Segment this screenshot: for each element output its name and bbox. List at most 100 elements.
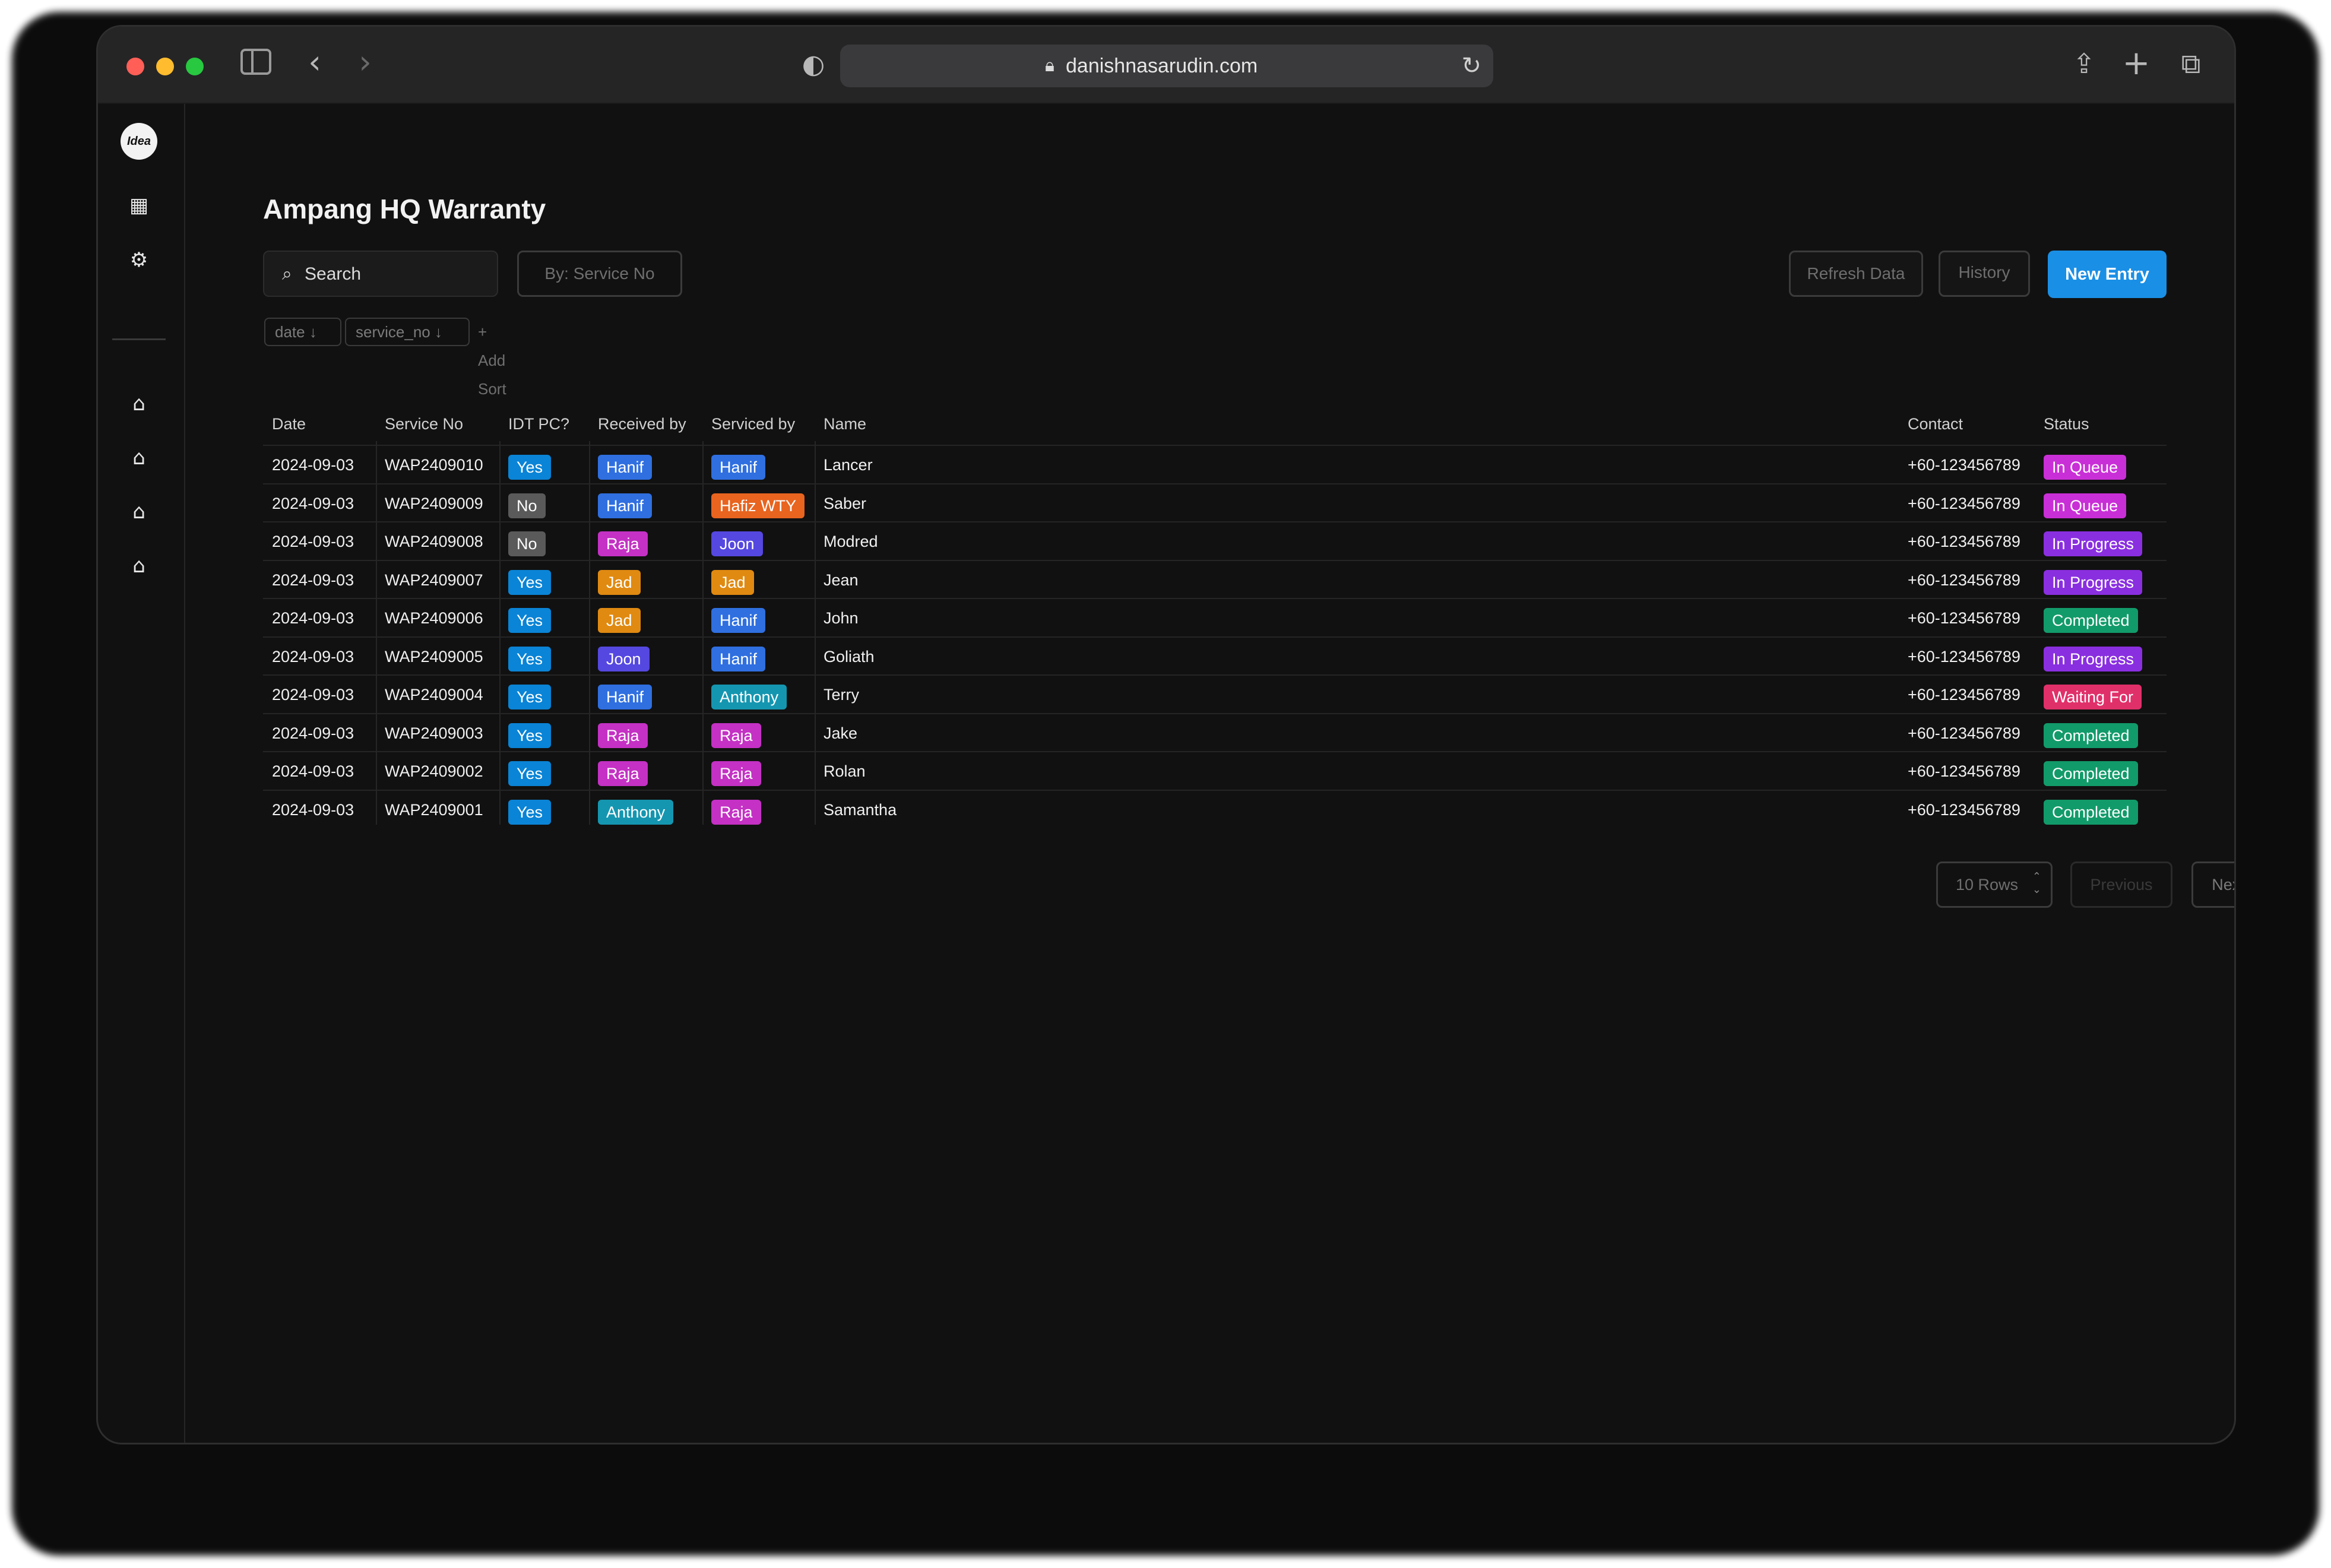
privacy-shield-icon[interactable]: ◐ <box>799 47 828 83</box>
cell-contact: +60-123456789 <box>1908 800 2020 819</box>
table-row[interactable]: 2024-09-03 WAP2409003 Yes Raja Raja Jake +60-1… <box>263 712 2167 751</box>
cell-name: Samantha <box>824 800 897 819</box>
refresh-data-button[interactable]: Refresh Data <box>1789 251 1923 297</box>
home-icon[interactable]: ⌂ <box>124 389 154 419</box>
new-tab-icon[interactable]: + <box>2121 46 2151 81</box>
cell-name: Modred <box>824 533 878 550</box>
sidebar-divider <box>112 338 166 340</box>
cell-date: 2024-09-03 <box>272 571 354 589</box>
filter-by-dropdown[interactable]: By: Service No <box>517 251 682 297</box>
table-row[interactable]: 2024-09-03 WAP2409002 Yes Raja Raja Rolan +60-… <box>263 751 2167 789</box>
cell-date: 2024-09-03 <box>272 533 354 550</box>
badge-idt-pc: Yes <box>508 685 552 709</box>
cell-contact: +60-123456789 <box>1908 494 2020 512</box>
badge-idt-pc: Yes <box>508 761 552 786</box>
badge-received-by: Raja <box>598 531 648 556</box>
table-row[interactable]: 2024-09-03 WAP2409006 Yes Jad Hanif John +60-1… <box>263 598 2167 636</box>
url-text: danishnasarudin.com <box>1066 55 1258 77</box>
badge-serviced-by: Raja <box>711 799 761 825</box>
badge-status: In Queue <box>2044 455 2127 480</box>
badge-idt-pc: No <box>508 493 546 518</box>
cell-date: 2024-09-03 <box>272 762 354 780</box>
search-input[interactable] <box>305 260 489 289</box>
address-bar[interactable]: 🔒︎ danishnasarudin.com ↻ <box>840 45 1493 87</box>
table-row[interactable]: 2024-09-03 WAP2409001 Yes Anthony Raja Samant… <box>263 789 2167 828</box>
cell-contact: +60-123456789 <box>1908 533 2020 550</box>
previous-page-button[interactable]: Previous <box>2070 861 2172 908</box>
page-title: Ampang HQ Warranty <box>263 194 546 224</box>
badge-status: Completed <box>2044 608 2138 633</box>
badge-received-by: Hanif <box>598 493 653 518</box>
cell-date: 2024-09-03 <box>272 456 354 474</box>
badge-status: In Progress <box>2044 569 2143 595</box>
table-row[interactable]: 2024-09-03 WAP2409007 Yes Jad Jad Jean +60-123… <box>263 559 2167 598</box>
cell-contact: +60-123456789 <box>1908 686 2020 704</box>
dashboard-icon[interactable]: ▦ <box>124 191 154 220</box>
home-icon[interactable]: ⌂ <box>124 497 154 527</box>
badge-serviced-by: Anthony <box>711 685 787 709</box>
badge-received-by: Raja <box>598 761 648 786</box>
badge-idt-pc: Yes <box>508 455 552 480</box>
reload-icon[interactable]: ↻ <box>1461 49 1481 83</box>
add-sort-button[interactable]: + Add Sort <box>478 318 506 403</box>
header-serviced-by[interactable]: Serviced by <box>711 415 795 433</box>
cell-name: Rolan <box>824 762 866 780</box>
maximize-window-button[interactable] <box>186 58 204 75</box>
sidebar-toggle-icon[interactable] <box>240 49 271 75</box>
badge-received-by: Hanif <box>598 455 653 480</box>
header-status[interactable]: Status <box>2044 415 2089 433</box>
header-idt-pc[interactable]: IDT PC? <box>508 415 569 433</box>
home-icon[interactable]: ⌂ <box>124 551 154 581</box>
badge-received-by: Jad <box>598 608 641 633</box>
table-row[interactable]: 2024-09-03 WAP2409010 Yes Hanif Hanif Lancer +… <box>263 445 2167 483</box>
share-icon[interactable]: ⇪ <box>2069 46 2099 81</box>
next-page-button[interactable]: Next <box>2191 861 2234 908</box>
header-date[interactable]: Date <box>272 415 306 433</box>
badge-status: In Queue <box>2044 493 2127 518</box>
header-name[interactable]: Name <box>824 415 866 433</box>
badge-idt-pc: Yes <box>508 608 552 633</box>
cell-service-no: WAP2409005 <box>385 647 483 666</box>
cell-contact: +60-123456789 <box>1908 762 2020 780</box>
badge-status: Completed <box>2044 761 2138 786</box>
new-entry-button[interactable]: New Entry <box>2048 251 2167 298</box>
cell-name: Jake <box>824 724 858 742</box>
search-box[interactable]: ⌕ <box>263 251 498 297</box>
back-icon[interactable]: ‹ <box>303 45 327 80</box>
cell-name: Goliath <box>824 647 875 666</box>
table-row[interactable]: 2024-09-03 WAP2409009 No Hanif Hafiz WTY Sabe… <box>263 483 2167 521</box>
badge-serviced-by: Joon <box>711 531 763 556</box>
cell-contact: +60-123456789 <box>1908 609 2020 627</box>
cell-name: Saber <box>824 494 867 512</box>
app-logo[interactable]: Idea <box>121 123 157 160</box>
table-row[interactable]: 2024-09-03 WAP2409005 Yes Joon Hanif Goliath +… <box>263 636 2167 674</box>
tab-overview-icon[interactable]: ⧉ <box>2176 46 2206 81</box>
cell-service-no: WAP2409010 <box>385 456 483 474</box>
badge-status: Completed <box>2044 799 2138 825</box>
badge-status: In Progress <box>2044 646 2143 671</box>
cell-service-no: WAP2409004 <box>385 686 483 704</box>
history-button[interactable]: History <box>1939 251 2030 297</box>
sort-chip-service-no[interactable]: service_no ↓ <box>345 318 470 346</box>
cell-date: 2024-09-03 <box>272 609 354 627</box>
header-received-by[interactable]: Received by <box>598 415 686 433</box>
badge-idt-pc: No <box>508 531 546 556</box>
sort-chip-date[interactable]: date ↓ <box>264 318 341 346</box>
header-service-no[interactable]: Service No <box>385 415 463 433</box>
forward-icon[interactable]: › <box>353 45 377 80</box>
rows-per-page-select[interactable]: 10 Rows ⌃ ⌄ <box>1936 861 2053 908</box>
cell-contact: +60-123456789 <box>1908 647 2020 666</box>
cell-service-no: WAP2409007 <box>385 571 483 589</box>
header-contact[interactable]: Contact <box>1908 415 1963 433</box>
table-row[interactable]: 2024-09-03 WAP2409004 Yes Hanif Anthony Terry… <box>263 674 2167 712</box>
badge-serviced-by: Jad <box>711 569 754 595</box>
home-icon[interactable]: ⌂ <box>124 443 154 473</box>
badge-idt-pc: Yes <box>508 723 552 748</box>
close-window-button[interactable] <box>126 58 144 75</box>
badge-serviced-by: Raja <box>711 723 761 748</box>
table-row[interactable]: 2024-09-03 WAP2409008 No Raja Joon Modred +60-… <box>263 521 2167 559</box>
minimize-window-button[interactable] <box>156 58 174 75</box>
settings-icon[interactable]: ⚙ <box>124 245 154 275</box>
cell-service-no: WAP2409006 <box>385 609 483 627</box>
badge-received-by: Jad <box>598 569 641 595</box>
